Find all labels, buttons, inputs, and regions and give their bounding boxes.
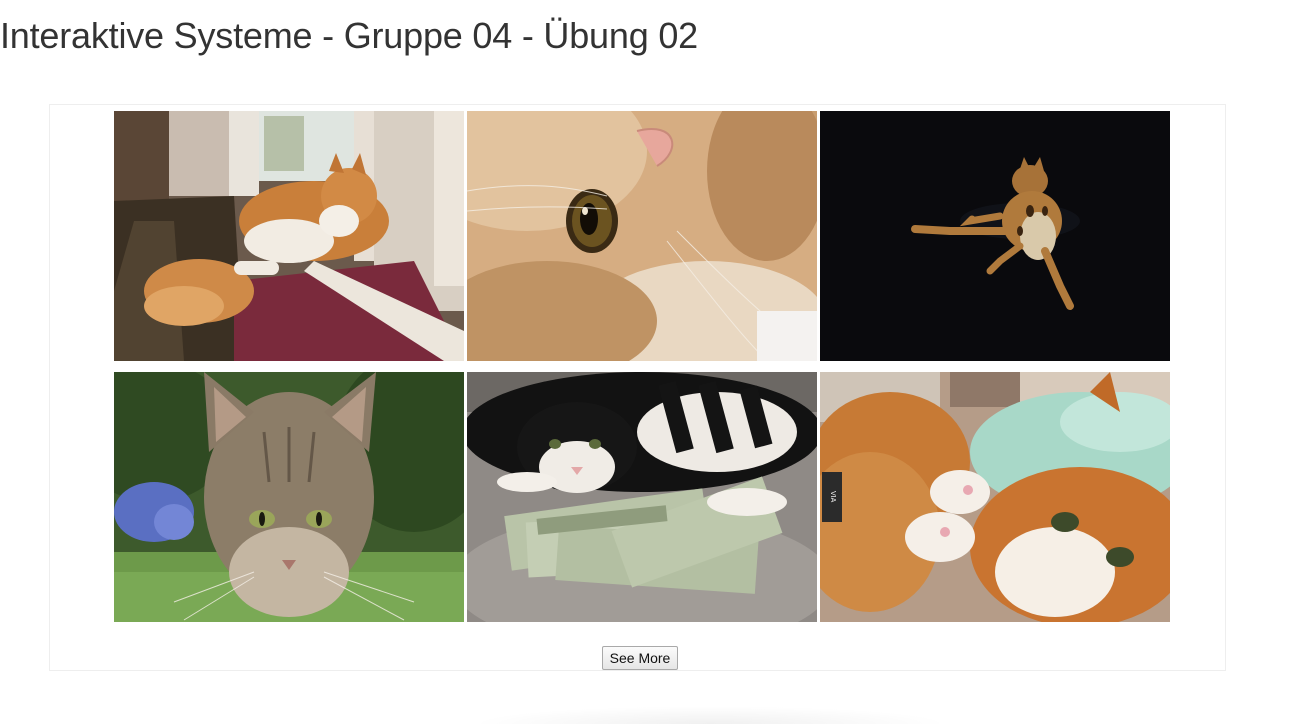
cat-image-6[interactable]: VIA 9GAG.COM [820, 372, 1170, 622]
page-title: Interaktive Systeme - Gruppe 04 - Übung … [0, 15, 698, 56]
image-gallery: VIA 9GAG.COM See More [49, 104, 1226, 671]
bottom-fade-shadow [470, 706, 950, 724]
cat-image-3[interactable] [820, 111, 1170, 361]
cat-photo-3 [820, 111, 1170, 361]
see-more-button[interactable]: See More [602, 646, 678, 670]
cat-photo-2 [467, 111, 817, 361]
image-grid: VIA 9GAG.COM [114, 111, 1170, 622]
cat-photo-6 [820, 372, 1170, 622]
cat-image-5[interactable] [467, 372, 817, 622]
cat-image-1[interactable] [114, 111, 464, 361]
cat-image-4[interactable] [114, 372, 464, 622]
cat-image-2[interactable] [467, 111, 817, 361]
cat-photo-4 [114, 372, 464, 622]
cat-photo-5 [467, 372, 817, 622]
9gag-watermark: VIA 9GAG.COM [822, 472, 842, 522]
cat-photo-1 [114, 111, 464, 361]
